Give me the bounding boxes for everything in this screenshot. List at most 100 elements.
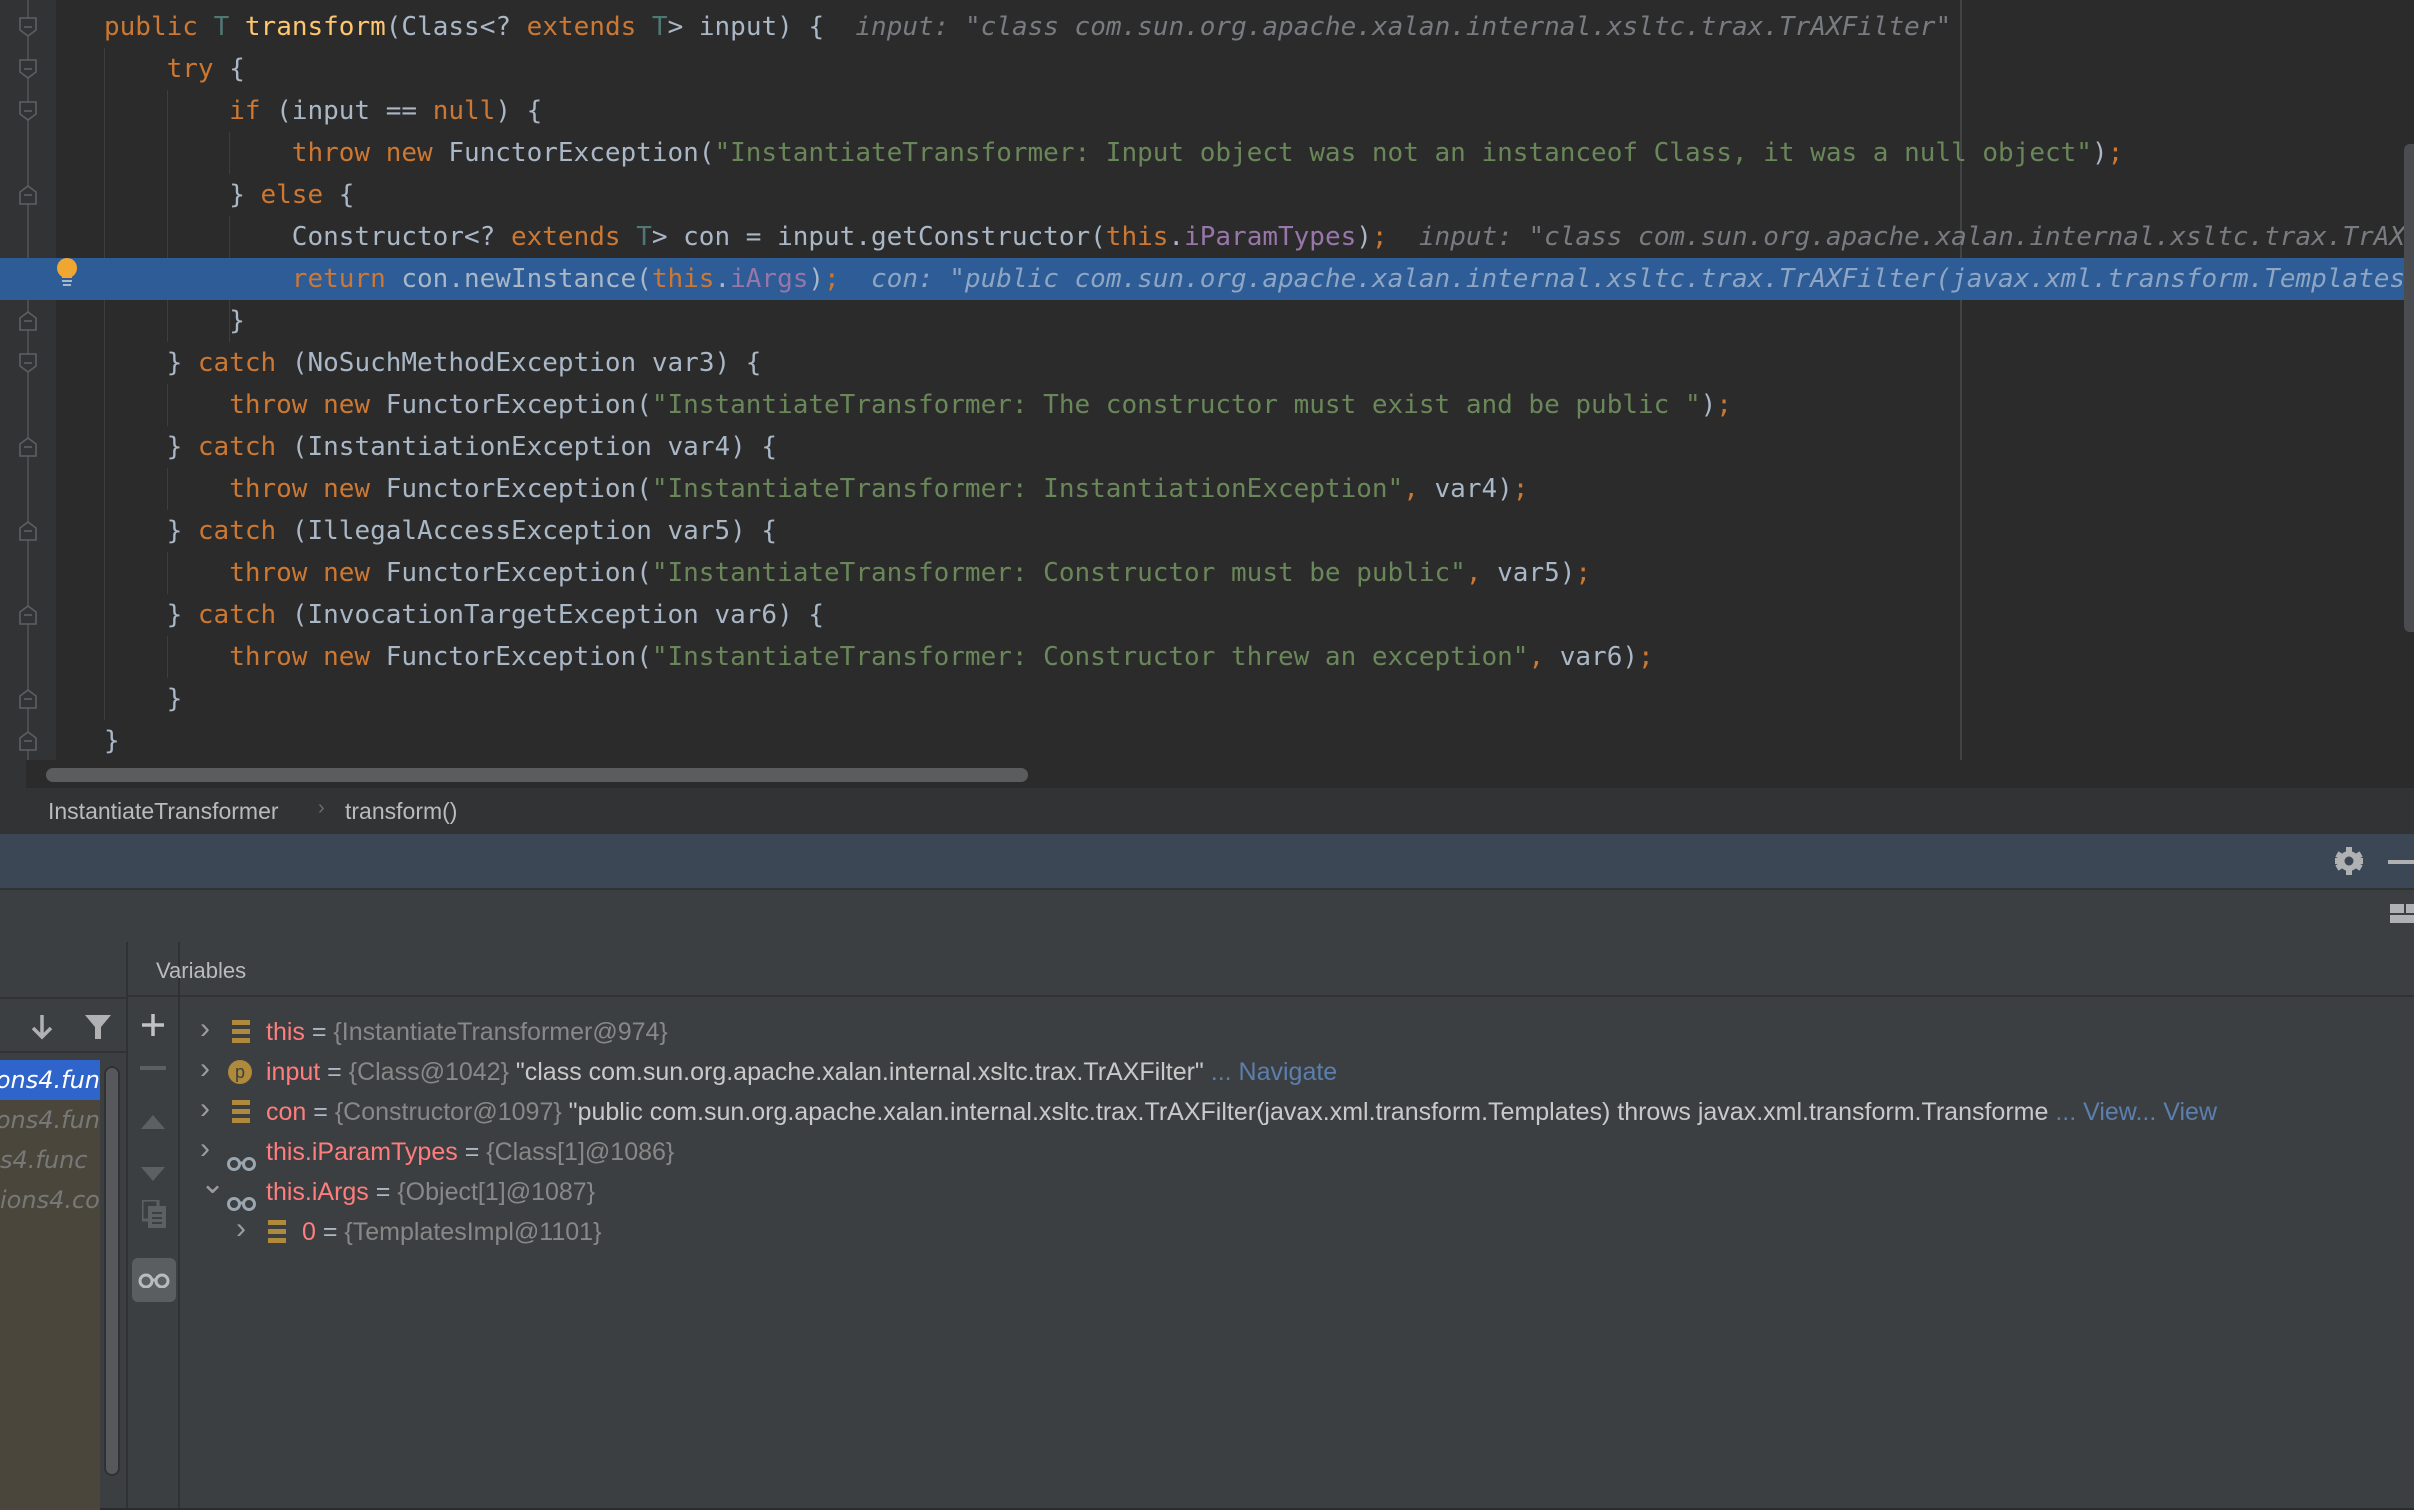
expand-chevron-icon[interactable]: › bbox=[200, 1089, 210, 1129]
code-line[interactable]: try { bbox=[0, 48, 2414, 90]
code-token: throw new bbox=[229, 474, 386, 504]
code-token: } bbox=[166, 684, 183, 714]
variable-row[interactable]: › con = {Constructor@1097} "public com.su… bbox=[180, 1092, 2414, 1132]
frames-scrollbar[interactable] bbox=[104, 1066, 120, 1476]
parameter-icon: p bbox=[228, 1060, 252, 1084]
stack-frame[interactable]: ions4.co bbox=[0, 1180, 100, 1220]
code-token: catch bbox=[197, 348, 292, 378]
stack-frame-label: s4.func bbox=[0, 1146, 88, 1174]
code-line[interactable]: Constructor<? extends T> con = input.get… bbox=[0, 216, 2414, 258]
inline-debug-value: con: "public com.sun.org.apache.xalan.in… bbox=[871, 264, 2414, 294]
code-line[interactable]: throw new FunctorException("InstantiateT… bbox=[0, 636, 2414, 678]
code-text: } catch (InstantiationException var4) { bbox=[167, 426, 778, 468]
code-token: T bbox=[213, 12, 245, 42]
inline-debug-value: input: "class com.sun.org.apache.xalan.i… bbox=[855, 12, 1952, 42]
lightbulb-icon[interactable] bbox=[56, 258, 78, 288]
expand-chevron-icon[interactable]: › bbox=[200, 1129, 210, 1169]
editor-horizontal-scrollbar[interactable] bbox=[0, 760, 2414, 788]
variable-links[interactable]: ... View... View bbox=[2048, 1098, 2217, 1126]
variable-text: this.iParamTypes = {Class[1]@1086} bbox=[266, 1132, 674, 1172]
code-line[interactable]: if (input == null) { bbox=[0, 90, 2414, 132]
code-line[interactable]: } catch (IllegalAccessException var5) { bbox=[0, 510, 2414, 552]
breadcrumb-method[interactable]: transform() bbox=[345, 798, 457, 825]
code-editor[interactable]: public T transform(Class<? extends T> in… bbox=[0, 0, 2414, 760]
code-text: throw new FunctorException("InstantiateT… bbox=[229, 636, 1654, 678]
code-line[interactable]: } catch (NoSuchMethodException var3) { bbox=[0, 342, 2414, 384]
code-line[interactable]: } else { bbox=[0, 174, 2414, 216]
code-token: "InstantiateTransformer: Input object wa… bbox=[714, 138, 2092, 168]
code-line[interactable]: throw new FunctorException("InstantiateT… bbox=[0, 552, 2414, 594]
variable-row[interactable]: › p input = {Class@1042} "class com.sun.or… bbox=[180, 1052, 2414, 1092]
code-line[interactable]: } bbox=[0, 720, 2414, 760]
code-token: throw new bbox=[291, 138, 449, 168]
execution-point-line[interactable]: return con.newInstance(this.iArgs); con:… bbox=[0, 258, 2414, 300]
variable-name: con bbox=[266, 1098, 307, 1126]
code-line[interactable]: } catch (InvocationTargetException var6)… bbox=[0, 594, 2414, 636]
minimize-icon[interactable] bbox=[2388, 860, 2414, 864]
show-watches-toggle[interactable] bbox=[132, 1258, 176, 1302]
variable-row[interactable]: › this = {InstantiateTransformer@974} bbox=[180, 1012, 2414, 1052]
equals-sign: = bbox=[368, 1178, 398, 1206]
code-line[interactable]: throw new FunctorException("InstantiateT… bbox=[0, 384, 2414, 426]
code-text: throw new FunctorException("InstantiateT… bbox=[292, 132, 2123, 174]
code-token: (IllegalAccessException var5) { bbox=[291, 516, 778, 546]
code-line[interactable]: throw new FunctorException("InstantiateT… bbox=[0, 468, 2414, 510]
variables-title: Variables bbox=[156, 958, 247, 983]
code-token: } bbox=[104, 726, 120, 756]
variable-text: con = {Constructor@1097} "public com.sun… bbox=[266, 1092, 2217, 1132]
code-token: ; bbox=[1512, 474, 1529, 504]
code-token: ; bbox=[2107, 138, 2124, 168]
code-text: throw new FunctorException("InstantiateT… bbox=[229, 384, 1732, 426]
layout-settings-icon[interactable] bbox=[2390, 904, 2414, 926]
horizontal-scroll-thumb[interactable] bbox=[46, 768, 1028, 782]
code-token: FunctorException( bbox=[448, 138, 715, 168]
expand-chevron-icon[interactable]: › bbox=[200, 1049, 210, 1089]
gear-icon[interactable] bbox=[2334, 846, 2364, 876]
code-line[interactable]: throw new FunctorException("InstantiateT… bbox=[0, 132, 2414, 174]
variable-type: {TemplatesImpl@1101} bbox=[344, 1218, 602, 1246]
expand-chevron-icon[interactable]: › bbox=[200, 1009, 210, 1049]
code-token: (input == bbox=[276, 96, 433, 126]
add-watch-icon[interactable] bbox=[140, 1012, 166, 1038]
move-up-icon[interactable] bbox=[140, 1114, 166, 1130]
duplicate-watch-icon[interactable] bbox=[142, 1200, 166, 1228]
code-token: ) bbox=[2091, 138, 2108, 168]
filter-icon[interactable] bbox=[84, 1013, 112, 1041]
expand-chevron-icon[interactable]: › bbox=[236, 1209, 246, 1249]
code-token: { bbox=[229, 54, 245, 84]
frames-panel: ions4.fun ons4.fun s4.func ions4.co bbox=[0, 942, 128, 1510]
frames-list[interactable]: ions4.fun ons4.fun s4.func ions4.co bbox=[0, 1060, 100, 1510]
move-down-icon[interactable] bbox=[140, 1166, 166, 1182]
code-token: } bbox=[229, 180, 261, 210]
variable-name: 0 bbox=[302, 1218, 316, 1246]
code-line[interactable]: public T transform(Class<? extends T> in… bbox=[0, 6, 2414, 48]
variable-row[interactable]: › this.iParamTypes = {Class[1]@1086} bbox=[180, 1132, 2414, 1172]
code-token: . bbox=[1168, 222, 1185, 252]
arrow-down-icon[interactable] bbox=[30, 1013, 54, 1041]
code-token: > con = input.getConstructor( bbox=[651, 222, 1106, 252]
code-line[interactable]: } catch (InstantiationException var4) { bbox=[0, 426, 2414, 468]
code-token: throw new bbox=[229, 642, 386, 672]
variable-row[interactable]: ⌄ this.iArgs = {Object[1]@1087} bbox=[180, 1167, 2414, 1212]
breadcrumb-class[interactable]: InstantiateTransformer bbox=[48, 798, 279, 825]
code-token: if bbox=[229, 96, 277, 126]
variable-links[interactable]: ... Navigate bbox=[1204, 1058, 1337, 1086]
remove-watch-icon[interactable] bbox=[140, 1065, 166, 1071]
variables-panel: Variables › this = {InstantiateTransforme… bbox=[156, 942, 2414, 1508]
field-icon bbox=[232, 1100, 250, 1123]
code-token: else bbox=[260, 180, 339, 210]
code-line[interactable]: } bbox=[0, 300, 2414, 342]
stack-frame-label: ions4.co bbox=[0, 1186, 100, 1214]
code-text: } catch (NoSuchMethodException var3) { bbox=[167, 342, 762, 384]
variable-type: {Class@1042} bbox=[348, 1058, 509, 1086]
stack-frame[interactable]: s4.func bbox=[0, 1140, 100, 1180]
variable-row[interactable]: › 0 = {TemplatesImpl@1101} bbox=[180, 1212, 2414, 1252]
variable-type: {Object[1]@1087} bbox=[397, 1178, 596, 1206]
code-line[interactable]: } bbox=[0, 678, 2414, 720]
code-text: } bbox=[229, 300, 245, 342]
code-token: T bbox=[651, 12, 668, 42]
collapse-chevron-icon[interactable]: ⌄ bbox=[200, 1164, 225, 1204]
stack-frame[interactable]: ons4.fun bbox=[0, 1100, 100, 1140]
editor-vertical-scrollbar[interactable] bbox=[2404, 144, 2414, 632]
stack-frame[interactable]: ions4.fun bbox=[0, 1060, 100, 1100]
